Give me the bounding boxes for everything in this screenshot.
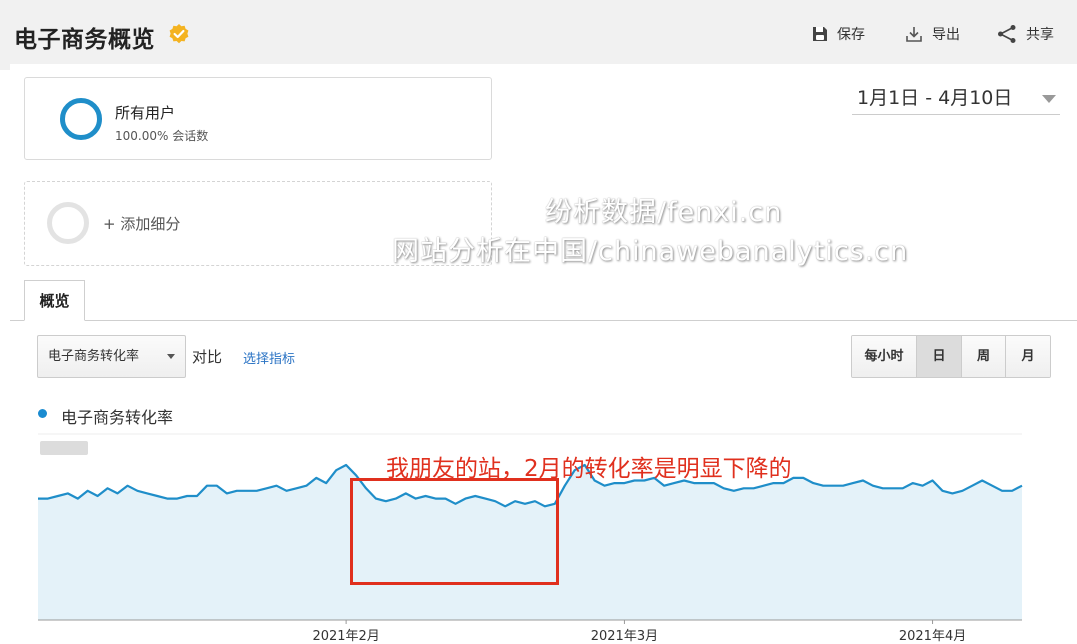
granularity-toggle: 每小时 日 周 月 [851,335,1051,378]
metric-select-value: 电子商务转化率 [48,349,140,364]
granularity-month[interactable]: 月 [1006,336,1050,377]
page-title: 电子商务概览 [14,27,155,53]
segment-ring-icon [60,98,102,140]
export-button[interactable]: 导出 [904,24,960,44]
share-button[interactable]: 共享 [996,24,1054,44]
compare-label: 对比 [192,348,223,366]
metric-select[interactable]: 电子商务转化率 [37,335,186,378]
add-segment-label: + 添加细分 [103,215,181,233]
date-range-picker[interactable]: 1月1日 - 4月10日 [852,83,1060,115]
segment-name: 所有用户 [115,104,176,122]
save-label: 保存 [837,27,865,43]
save-button[interactable]: 保存 [811,24,865,44]
annotation-box [350,478,559,585]
caret-down-icon [1042,95,1056,103]
share-label: 共享 [1026,27,1054,43]
granularity-week[interactable]: 周 [962,336,1006,377]
share-icon [998,25,1016,43]
empty-ring-icon [47,202,89,244]
segment-card-all-users[interactable]: 所有用户 100.00% 会话数 [24,77,492,160]
x-tick-label: 2021年2月 [312,629,379,644]
watermark-line-1: 纷析数据/fenxi.cn [545,197,783,228]
granularity-day[interactable]: 日 [917,336,962,377]
verified-badge-icon [169,24,189,44]
tab-overview[interactable]: 概览 [24,280,85,321]
x-tick-label: 2021年3月 [591,629,658,644]
choose-metric-link[interactable]: 选择指标 [243,348,295,367]
caret-down-icon [167,354,175,359]
date-range-value: 1月1日 - 4月10日 [857,87,1013,109]
legend-marker [38,409,47,418]
tab-divider [10,320,1077,321]
y-axis-label-top-redacted [40,441,88,455]
save-icon [813,27,827,41]
granularity-hourly[interactable]: 每小时 [852,336,917,377]
segment-share: 100.00% 会话数 [115,129,209,143]
export-label: 导出 [932,27,960,43]
download-icon [906,27,922,42]
x-tick-label: 2021年4月 [899,629,966,644]
watermark-line-2: 网站分析在中国/chinawebanalytics.cn [392,236,909,267]
